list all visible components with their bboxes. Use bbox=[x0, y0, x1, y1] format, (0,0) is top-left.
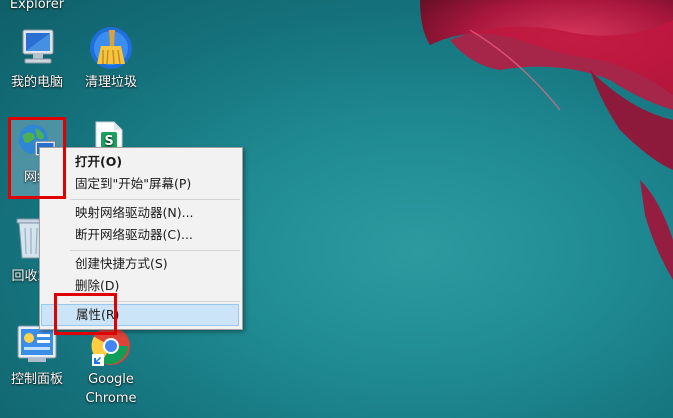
chrome-icon bbox=[89, 324, 133, 368]
context-menu: 打开(O) 固定到"开始"屏幕(P) 映射网络驱动器(N)... 断开网络驱动器… bbox=[39, 147, 243, 330]
menu-separator bbox=[70, 250, 240, 251]
menu-item-create-shortcut[interactable]: 创建快捷方式(S) bbox=[41, 253, 239, 275]
computer-icon bbox=[13, 24, 61, 72]
desktop-icon-partial-explorer[interactable]: Explorer bbox=[0, 0, 74, 14]
desktop-icon-label: 清理垃圾 bbox=[84, 75, 137, 90]
menu-item-properties[interactable]: 属性(R) bbox=[41, 304, 239, 326]
menu-separator bbox=[70, 301, 240, 302]
menu-item-map-network-drive[interactable]: 映射网络驱动器(N)... bbox=[41, 202, 239, 224]
desktop-icon-label: Google Chrome bbox=[85, 372, 137, 406]
menu-item-pin-to-start[interactable]: 固定到"开始"屏幕(P) bbox=[41, 173, 239, 195]
desktop-icon-control-panel[interactable]: 控制面板 bbox=[0, 322, 74, 389]
desktop-icon-google-chrome[interactable]: Google Chrome bbox=[74, 324, 148, 408]
desktop-icon-clean-junk[interactable]: 清理垃圾 bbox=[74, 24, 148, 92]
desktop-icon-label: Explorer bbox=[9, 0, 65, 12]
menu-item-disconnect-network-drive[interactable]: 断开网络驱动器(C)... bbox=[41, 224, 239, 246]
desktop-icon-label: 控制面板 bbox=[10, 372, 63, 387]
desktop-icon-my-computer[interactable]: 我的电脑 bbox=[0, 24, 74, 92]
broom-icon bbox=[87, 24, 135, 72]
menu-separator bbox=[70, 199, 240, 200]
menu-item-delete[interactable]: 删除(D) bbox=[41, 275, 239, 297]
desktop-icon-label: 我的电脑 bbox=[10, 75, 63, 90]
menu-item-open[interactable]: 打开(O) bbox=[41, 151, 239, 173]
